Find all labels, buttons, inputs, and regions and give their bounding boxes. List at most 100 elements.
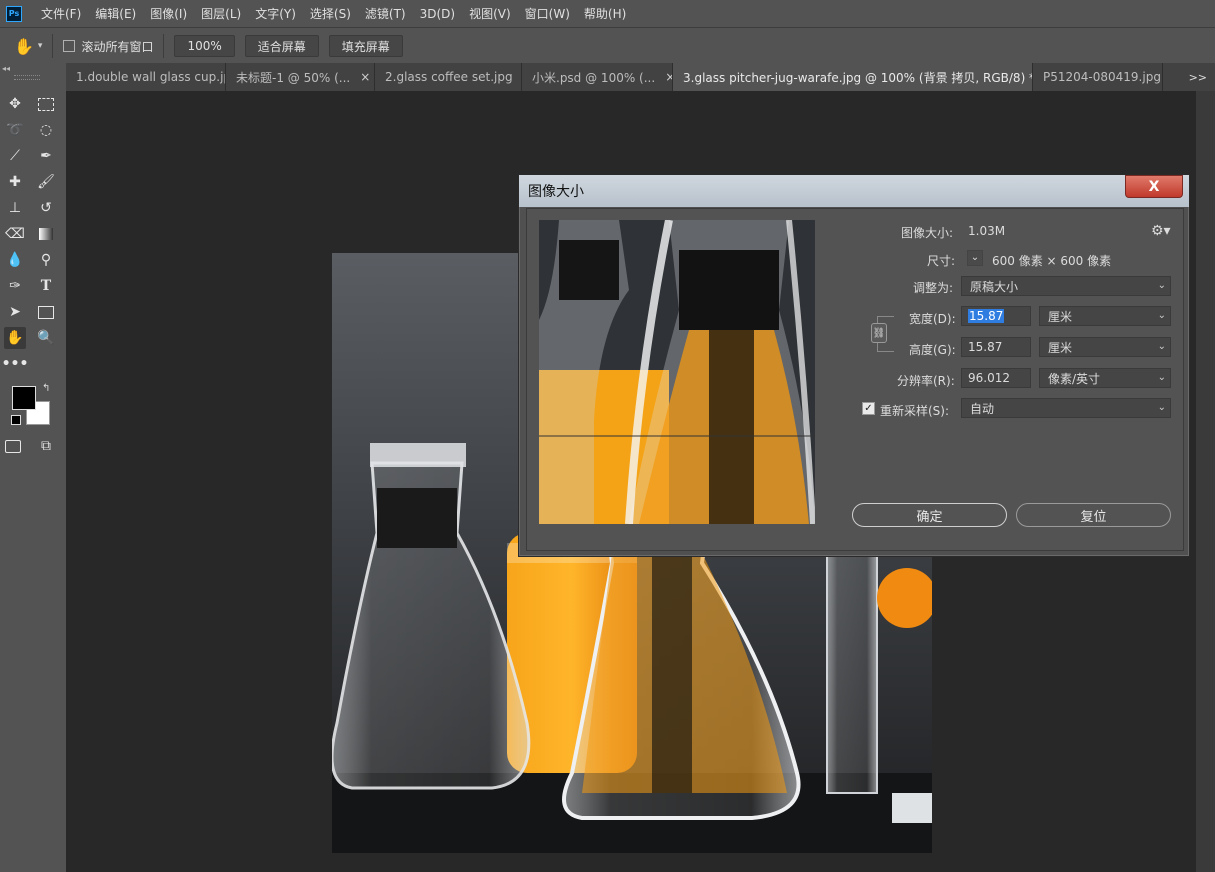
image-size-dialog: 图像大小 X 图像大小: 1.03M ⚙▾ 尺寸: ⌄ 600 像素 × 600: [518, 174, 1190, 557]
brush-tool-icon[interactable]: 🖌: [35, 171, 57, 193]
panel-grip[interactable]: [14, 75, 40, 80]
move-tool-icon[interactable]: ✥: [4, 93, 26, 115]
dimensions-value: 600 像素 × 600 像素: [992, 254, 1112, 268]
dodge-tool-icon[interactable]: ⚲: [35, 249, 57, 271]
menu-layer[interactable]: 图层(L): [194, 5, 248, 22]
pen-tool-icon[interactable]: ✑: [4, 275, 26, 297]
height-value: 15.87: [968, 340, 1003, 354]
preview-photo: [539, 220, 815, 524]
menu-help[interactable]: 帮助(H): [577, 5, 633, 22]
dimensions-dropdown-icon[interactable]: ⌄: [967, 250, 983, 266]
tab-label: 3.glass pitcher-jug-warafe.jpg @ 100% (背…: [683, 70, 1033, 85]
width-unit: 厘米: [1048, 309, 1073, 324]
crop-tool-icon[interactable]: ⟋: [4, 145, 26, 167]
link-icon[interactable]: ⛓: [871, 323, 887, 343]
blur-tool-icon[interactable]: 💧: [4, 249, 26, 271]
document-tabs: 1.double wall glass cup.jpg× 未标题-1 @ 50%…: [66, 63, 1215, 91]
tab-document-3[interactable]: 2.glass coffee set.jpg×: [375, 63, 522, 91]
menu-window[interactable]: 窗口(W): [518, 5, 577, 22]
type-tool-icon[interactable]: T: [35, 275, 57, 297]
reset-button[interactable]: 复位: [1016, 503, 1171, 527]
ok-button[interactable]: 确定: [852, 503, 1007, 527]
tab-document-2[interactable]: 未标题-1 @ 50% (... ×: [226, 63, 375, 91]
close-button[interactable]: X: [1125, 175, 1183, 198]
tab-label: 1.double wall glass cup.jpg: [76, 70, 226, 84]
gradient-tool-icon[interactable]: [35, 223, 57, 245]
height-unit-dropdown[interactable]: 厘米 ⌄: [1039, 337, 1171, 357]
fit-to-value: 原稿大小: [970, 279, 1019, 294]
width-value: 15.87: [968, 309, 1005, 323]
foreground-color-swatch[interactable]: [12, 386, 36, 410]
zoom-100-button[interactable]: 100%: [174, 35, 235, 57]
scroll-all-windows-checkbox[interactable]: [63, 40, 76, 52]
clone-stamp-tool-icon[interactable]: ⊥: [4, 197, 26, 219]
path-selection-tool-icon[interactable]: ➤: [4, 301, 26, 323]
fit-screen-button[interactable]: 适合屏幕: [244, 35, 319, 57]
image-size-value: 1.03M: [968, 224, 1006, 238]
hand-tool-icon[interactable]: ✋: [14, 37, 34, 56]
eraser-tool-icon[interactable]: ⌫: [4, 223, 26, 245]
marquee-tool-icon[interactable]: [35, 93, 57, 115]
tab-document-1[interactable]: 1.double wall glass cup.jpg×: [66, 63, 226, 91]
height-unit: 厘米: [1048, 340, 1073, 355]
history-brush-tool-icon[interactable]: ↺: [35, 197, 57, 219]
divider: [163, 34, 165, 58]
quick-mask-icon[interactable]: [2, 435, 24, 457]
options-bar: ✋ ▾ 滚动所有窗口 100% 适合屏幕 填充屏幕: [0, 27, 1215, 64]
more-tools-icon[interactable]: •••: [2, 353, 29, 375]
resolution-unit: 像素/英寸: [1048, 371, 1101, 386]
divider: [52, 34, 54, 58]
resolution-unit-dropdown[interactable]: 像素/英寸 ⌄: [1039, 368, 1171, 388]
menu-image[interactable]: 图像(I): [143, 5, 194, 22]
width-unit-dropdown[interactable]: 厘米 ⌄: [1039, 306, 1171, 326]
quick-selection-tool-icon[interactable]: ◌: [35, 119, 57, 141]
rectangle-tool-icon[interactable]: [35, 301, 57, 323]
swap-colors-icon[interactable]: ↰: [42, 383, 50, 394]
resample-dropdown[interactable]: 自动 ⌄: [961, 398, 1171, 418]
healing-brush-tool-icon[interactable]: ✚: [4, 171, 26, 193]
menu-filter[interactable]: 滤镜(T): [358, 5, 413, 22]
dialog-title: 图像大小: [528, 184, 584, 200]
tab-label: P51204-080419.jpg: [1043, 70, 1161, 84]
hand-tool-icon[interactable]: ✋: [4, 327, 26, 349]
menu-edit[interactable]: 编辑(E): [88, 5, 143, 22]
close-icon[interactable]: ×: [665, 70, 672, 84]
resolution-input[interactable]: 96.012: [961, 368, 1031, 388]
close-icon[interactable]: ×: [360, 70, 370, 84]
preview-image[interactable]: [539, 220, 815, 524]
dimensions-label: 尺寸:: [927, 254, 956, 268]
menu-bar: Ps 文件(F) 编辑(E) 图像(I) 图层(L) 文字(Y) 选择(S) 滤…: [0, 0, 1215, 27]
menu-file[interactable]: 文件(F): [34, 5, 88, 22]
menu-type[interactable]: 文字(Y): [248, 5, 303, 22]
height-input[interactable]: 15.87: [961, 337, 1031, 357]
tab-label: 未标题-1 @ 50% (...: [236, 70, 351, 85]
resample-value: 自动: [970, 401, 995, 416]
resolution-label: 分辨率(R):: [897, 374, 955, 388]
width-label: 宽度(D):: [909, 312, 956, 326]
eyedropper-tool-icon[interactable]: ✒: [35, 145, 57, 167]
panel-collapse-icon[interactable]: ◂◂: [2, 64, 10, 73]
fill-screen-button[interactable]: 填充屏幕: [328, 35, 403, 57]
dialog-titlebar[interactable]: 图像大小 X: [519, 175, 1189, 207]
tab-label: 2.glass coffee set.jpg: [385, 70, 513, 84]
vertical-scrollbar[interactable]: [1196, 91, 1215, 872]
menu-select[interactable]: 选择(S): [303, 5, 358, 22]
menu-view[interactable]: 视图(V): [462, 5, 518, 22]
menu-3d[interactable]: 3D(D): [413, 7, 462, 21]
lasso-tool-icon[interactable]: ➰: [4, 119, 26, 141]
screen-mode-icon[interactable]: ⧉: [35, 435, 57, 457]
tabs-overflow-icon[interactable]: >>: [1163, 63, 1215, 91]
fit-to-dropdown[interactable]: 原稿大小 ⌄: [961, 276, 1171, 296]
tools-panel: ◂◂ ✥ ➰ ◌ ⟋ ✒ ✚ 🖌 ⊥ ↺ ⌫ 💧 ⚲ ✑ T ➤ ✋ 🔍 •••…: [0, 63, 67, 872]
default-colors-icon[interactable]: [11, 415, 21, 425]
gear-icon[interactable]: ⚙▾: [1151, 223, 1171, 239]
zoom-tool-icon[interactable]: 🔍: [35, 327, 57, 349]
tab-document-4[interactable]: 小米.psd @ 100% (... ×: [522, 63, 673, 91]
tool-preset-chevron-icon[interactable]: ▾: [38, 41, 43, 51]
tab-document-5-active[interactable]: 3.glass pitcher-jug-warafe.jpg @ 100% (背…: [673, 63, 1033, 91]
tab-label: 小米.psd @ 100% (...: [532, 70, 656, 85]
fit-to-label: 调整为:: [913, 281, 954, 295]
width-input[interactable]: 15.87: [961, 306, 1031, 326]
resample-checkbox[interactable]: ✓: [862, 402, 875, 415]
tab-document-6[interactable]: P51204-080419.jpg: [1033, 63, 1163, 91]
